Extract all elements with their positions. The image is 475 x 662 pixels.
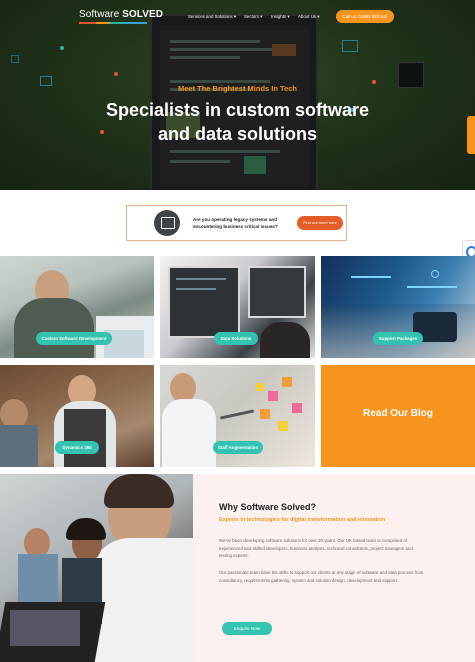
brand-logo[interactable]: Software SOLVED <box>79 9 163 20</box>
enquire-now-button[interactable]: Enquire Now <box>222 622 272 635</box>
nav-item-insights[interactable]: Insights ▾ <box>271 14 290 20</box>
find-out-more-button[interactable]: Find out more here <box>297 216 343 230</box>
read-our-blog-tile[interactable]: Read Our Blog <box>321 365 475 467</box>
why-software-solved-section: Why Software Solved? Experts in technolo… <box>193 474 475 662</box>
staff-augmentation-pill[interactable]: Staff Augmentation <box>213 441 263 454</box>
logo-stripe <box>79 22 147 24</box>
hero-tagline: Meet The Brightest Minds In Tech <box>177 84 298 93</box>
top-navigation: Software SOLVED Services and Solutions ▾… <box>0 0 475 34</box>
custom-software-pill[interactable]: Custom Software Development <box>36 332 112 345</box>
computer-icon <box>154 210 180 236</box>
legacy-systems-banner[interactable]: Are you operating legacy systems and enc… <box>126 205 347 241</box>
hero-headline: Specialists in custom software and data … <box>105 100 370 144</box>
call-us-button[interactable]: Call us: 01993 883 544 <box>336 10 394 23</box>
why-subtitle: Experts in technologies for digital tran… <box>219 517 386 523</box>
nav-item-about[interactable]: About Us ▾ <box>298 14 319 20</box>
why-section-image <box>0 474 193 662</box>
data-solutions-pill[interactable]: Data Solutions <box>214 332 258 345</box>
banner-text: Are you operating legacy systems and enc… <box>193 217 278 229</box>
why-title: Why Software Solved? <box>219 502 317 512</box>
read-our-blog-label[interactable]: Read Our Blog <box>321 408 475 419</box>
nav-item-sectors[interactable]: Sectors ▾ <box>244 14 262 20</box>
hero-section: Software SOLVED Services and Solutions ▾… <box>0 0 475 190</box>
nav-item-services[interactable]: Services and Solutions ▾ <box>188 14 236 20</box>
support-packages-pill[interactable]: Support Packages <box>373 332 423 345</box>
why-paragraph-1: We've been developing software solutions… <box>219 538 413 559</box>
dynamics-pill[interactable]: Dynamics 365 <box>55 441 99 454</box>
why-paragraph-2: Our passionate team have the skills to s… <box>219 570 424 583</box>
